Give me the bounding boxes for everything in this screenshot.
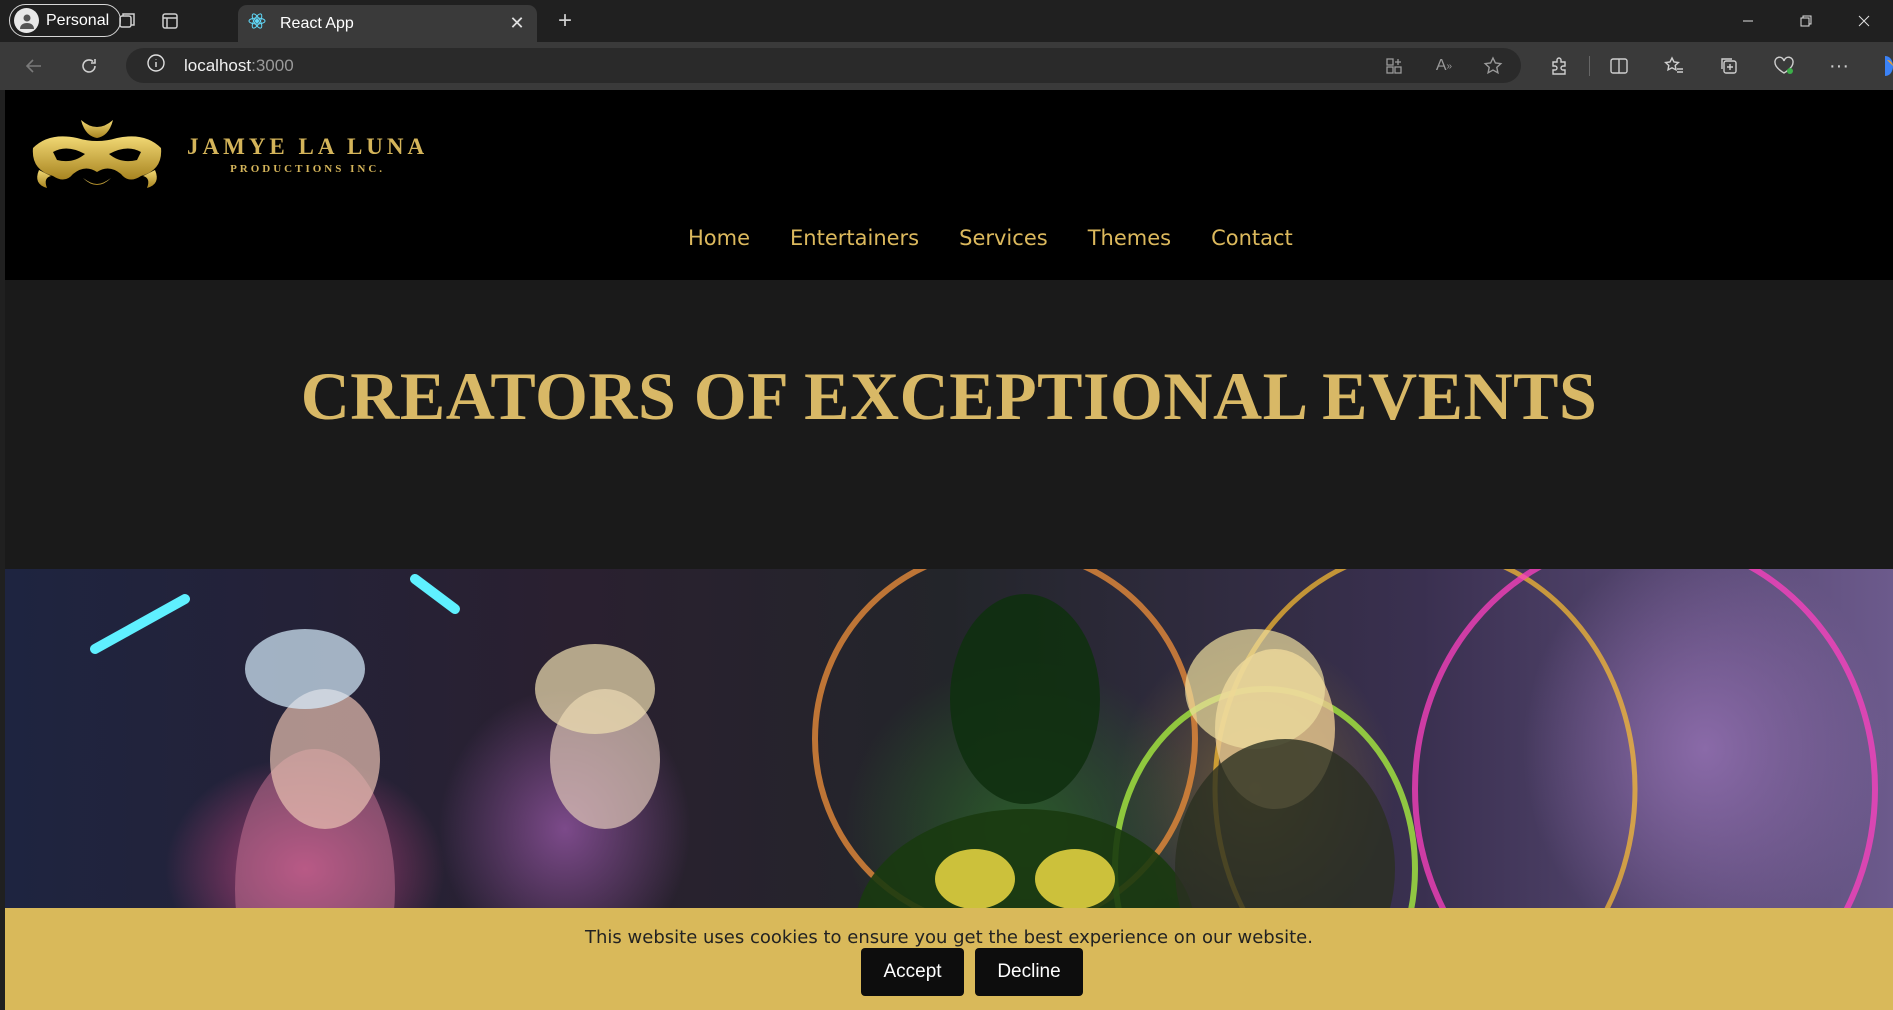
logo-name: JAMYE LA LUNA: [187, 134, 429, 159]
logo-text: JAMYE LA LUNA PRODUCTIONS INC.: [187, 134, 428, 175]
cookie-actions: Accept Decline: [861, 948, 1083, 996]
minimize-icon[interactable]: [1719, 0, 1777, 42]
nav-home[interactable]: Home: [688, 226, 750, 250]
close-window-icon[interactable]: [1835, 0, 1893, 42]
collections-icon[interactable]: [1717, 54, 1741, 78]
nav-services[interactable]: Services: [959, 226, 1048, 250]
refresh-icon[interactable]: [77, 54, 101, 78]
url-port: :3000: [251, 55, 294, 75]
decline-button[interactable]: Decline: [975, 948, 1083, 996]
cookie-banner: This website uses cookies to ensure you …: [5, 908, 1893, 1010]
close-tab-icon[interactable]: ✕: [507, 13, 527, 34]
hero-section: CREATORS OF EXCEPTIONAL EVENTS: [5, 280, 1893, 569]
favorite-star-icon[interactable]: [1482, 55, 1504, 77]
workspaces-icon[interactable]: [114, 8, 140, 34]
extensions-icon[interactable]: [1547, 54, 1571, 78]
profile-button[interactable]: Personal: [9, 4, 122, 37]
url-host: localhost: [184, 55, 252, 75]
read-aloud-icon[interactable]: A»: [1433, 55, 1455, 77]
back-icon[interactable]: [22, 54, 46, 78]
profile-label: Personal: [46, 11, 110, 29]
split-screen-icon[interactable]: [1607, 54, 1631, 78]
mask-logo-icon: [29, 112, 165, 197]
restore-icon[interactable]: [1777, 0, 1835, 42]
web-page: JAMYE LA LUNA PRODUCTIONS INC. Home Ente…: [5, 90, 1893, 1010]
logo-subtitle: PRODUCTIONS INC.: [230, 163, 386, 175]
favorites-icon[interactable]: [1662, 54, 1686, 78]
nav-themes[interactable]: Themes: [1088, 226, 1171, 250]
site-info-icon[interactable]: [146, 53, 166, 78]
profile-avatar-icon: [14, 8, 39, 33]
nav-contact[interactable]: Contact: [1211, 226, 1293, 250]
copilot-icon[interactable]: [1877, 54, 1893, 78]
cookie-message: This website uses cookies to ensure you …: [585, 927, 1313, 948]
main-nav: Home Entertainers Services Themes Contac…: [688, 226, 1293, 250]
app-install-icon[interactable]: [1383, 55, 1405, 77]
more-options-icon[interactable]: ···: [1827, 54, 1851, 78]
new-tab-icon[interactable]: +: [552, 7, 578, 34]
toolbar-divider: [1589, 56, 1590, 76]
site-logo[interactable]: JAMYE LA LUNA PRODUCTIONS INC.: [29, 112, 428, 197]
address-bar[interactable]: localhost:3000 A»: [126, 48, 1521, 83]
accept-button[interactable]: Accept: [861, 948, 964, 996]
window-controls: [1719, 0, 1893, 42]
site-header: JAMYE LA LUNA PRODUCTIONS INC. Home Ente…: [5, 90, 1893, 280]
tab-actions-icon[interactable]: [157, 8, 183, 34]
browser-toolbar: localhost:3000 A» ···: [0, 42, 1893, 90]
browser-tab-bar: Personal React App ✕ +: [0, 0, 1893, 42]
react-logo-icon: [248, 12, 266, 35]
nav-entertainers[interactable]: Entertainers: [790, 226, 919, 250]
browser-essentials-icon[interactable]: [1772, 54, 1796, 78]
tab-title: React App: [280, 14, 354, 32]
active-tab[interactable]: React App ✕: [238, 5, 537, 42]
hero-title: CREATORS OF EXCEPTIONAL EVENTS: [300, 358, 1598, 434]
